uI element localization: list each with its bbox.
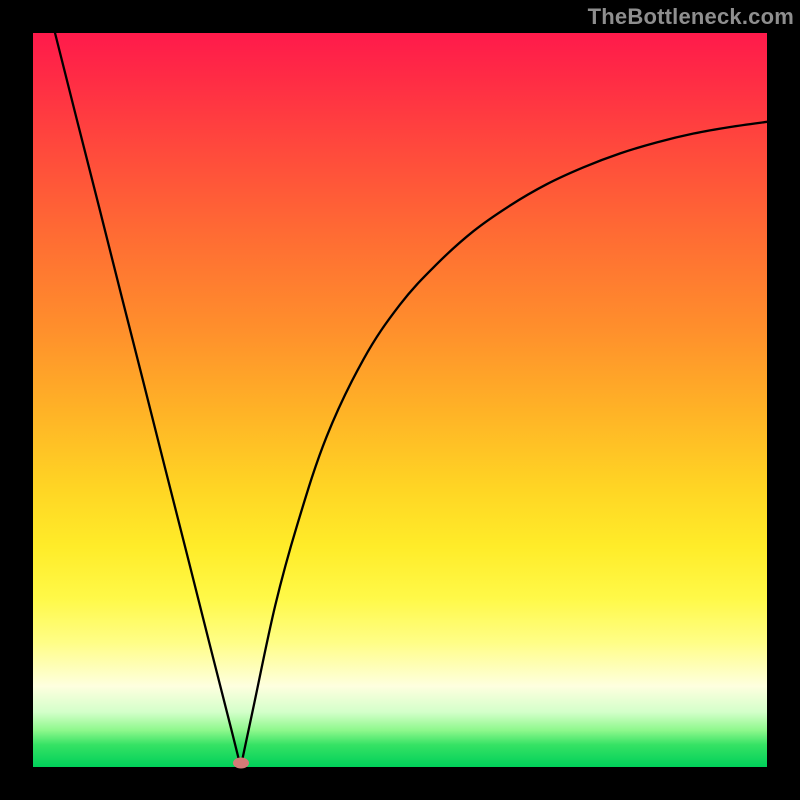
chart-frame: TheBottleneck.com (0, 0, 800, 800)
minimum-marker (233, 758, 249, 769)
curve-left-branch (55, 33, 241, 767)
watermark-text: TheBottleneck.com (588, 4, 794, 30)
curve-svg (33, 33, 767, 767)
curve-right-branch (241, 122, 767, 767)
plot-area (33, 33, 767, 767)
